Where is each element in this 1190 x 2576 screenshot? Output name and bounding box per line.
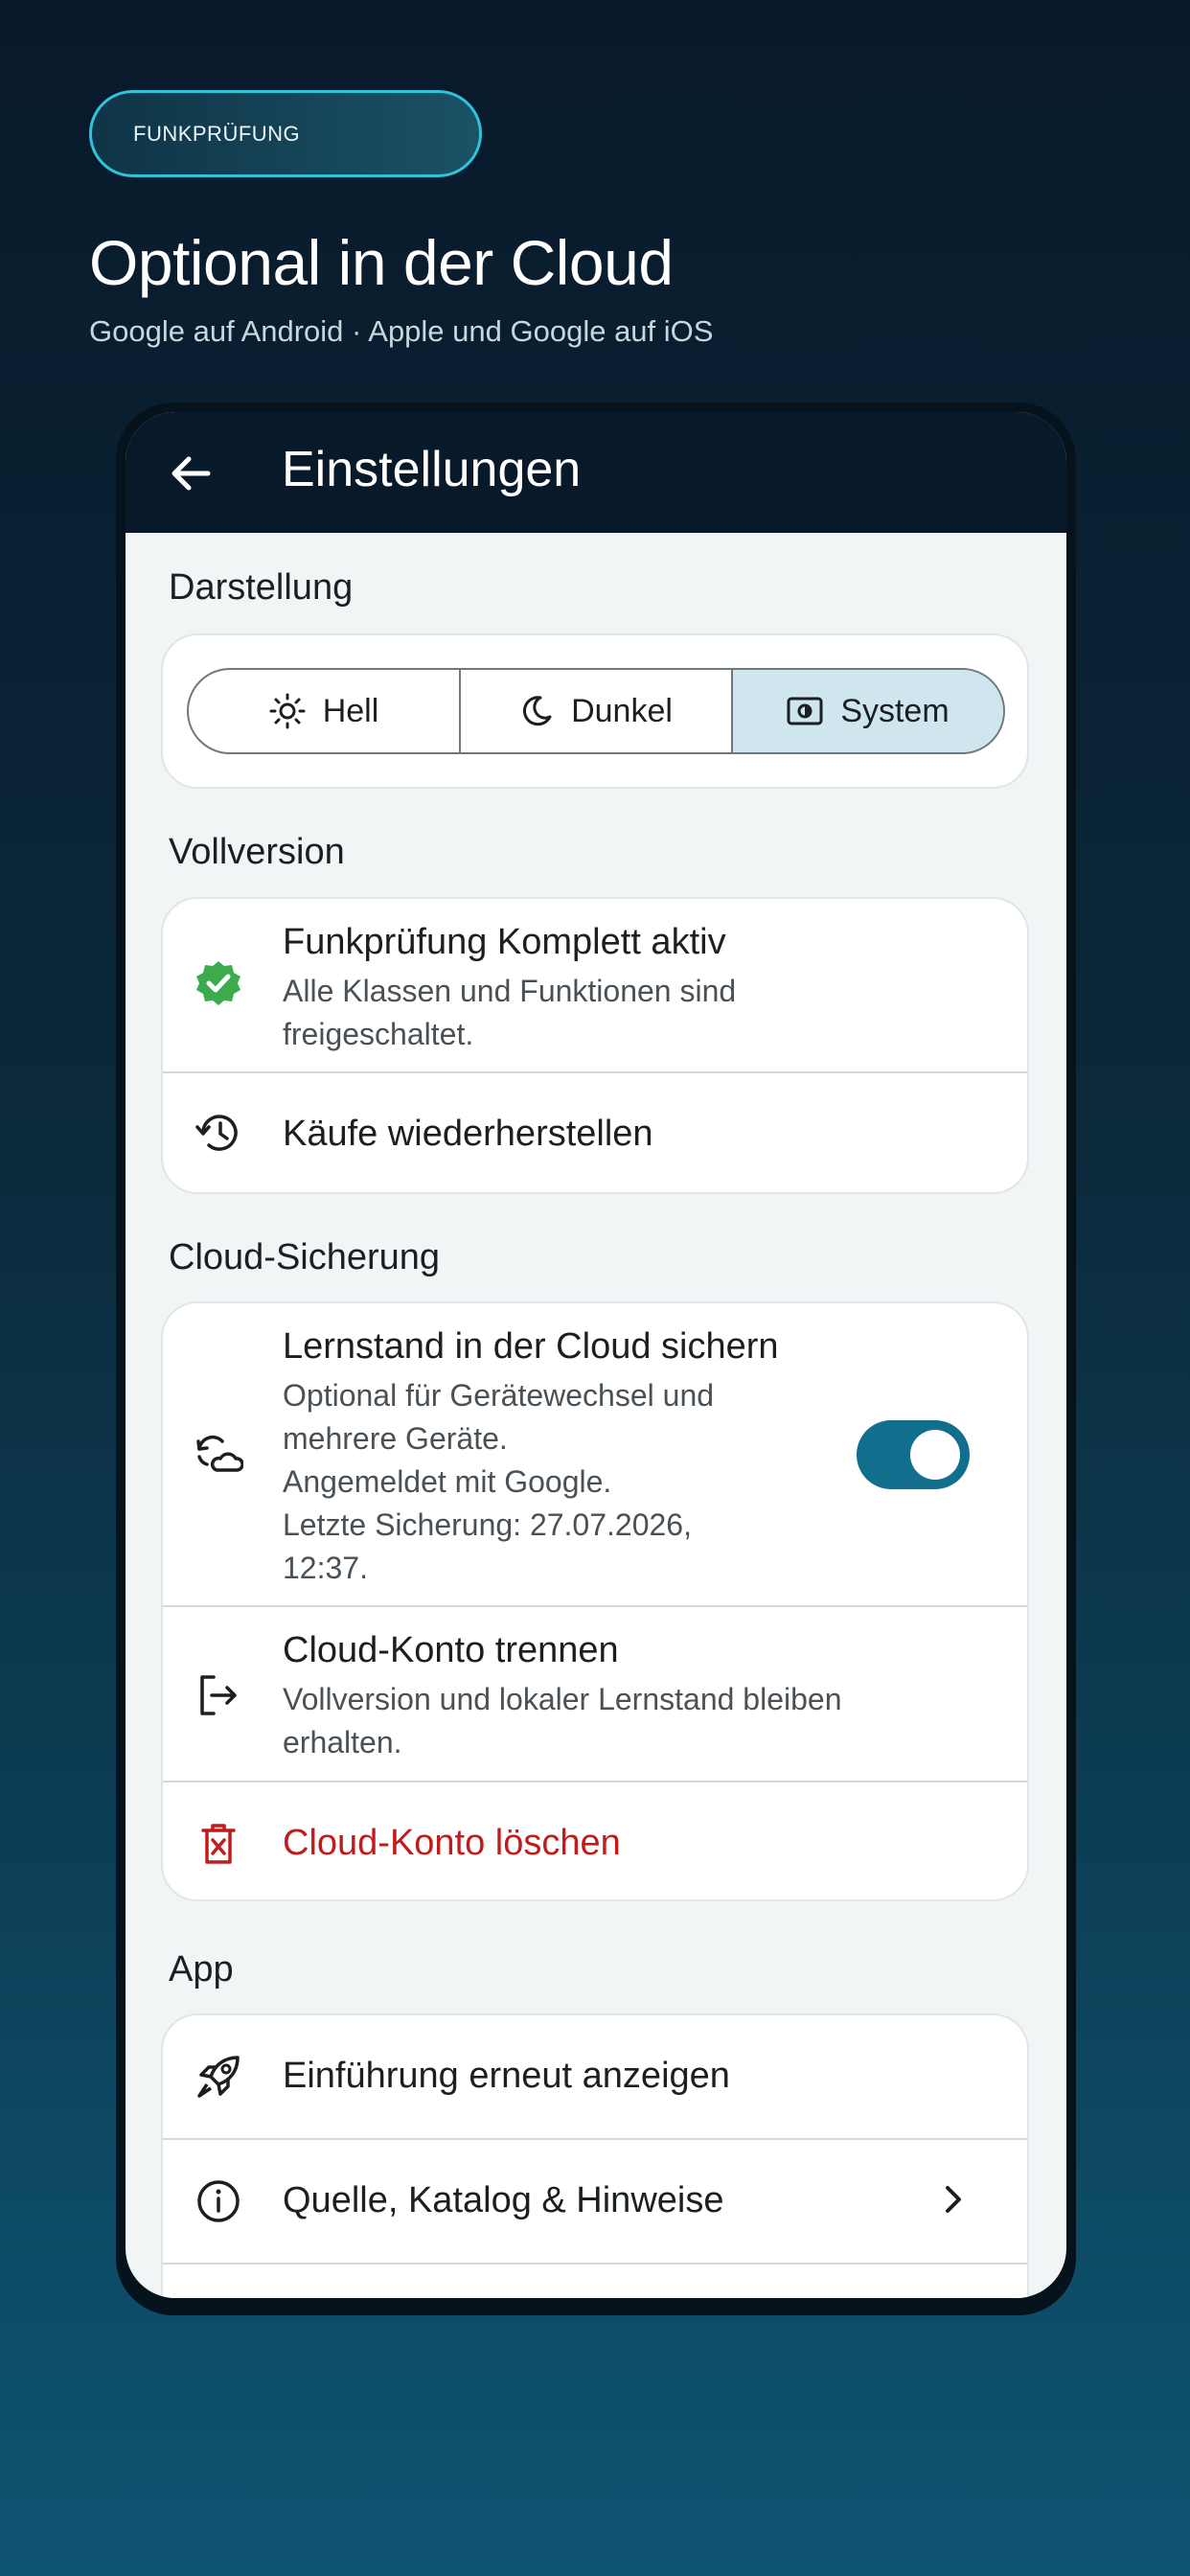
- cloud-card: Lernstand in der Cloud sichern Optional …: [161, 1301, 1029, 1901]
- cloud-backup-line-2: mehrere Geräte.: [283, 1421, 508, 1456]
- full-version-status-title: Funkprüfung Komplett aktiv: [283, 922, 726, 962]
- app-card: Einführung erneut anzeigen Quelle, Katal…: [161, 2013, 1029, 2298]
- subline: Google auf Android · Apple und Google au…: [89, 314, 714, 348]
- intro-row[interactable]: Einführung erneut anzeigen: [163, 2015, 1027, 2138]
- cloud-backup-toggle[interactable]: [857, 1420, 970, 1489]
- moon-icon: [523, 696, 552, 726]
- theme-option-light-label: Hell: [322, 692, 379, 729]
- toggle-knob: [910, 1430, 960, 1480]
- next-row-partial[interactable]: [163, 2263, 1027, 2298]
- cloud-backup-line-1: Optional für Gerätewechsel und: [283, 1378, 715, 1413]
- restore-purchases-label: Käufe wiederherstellen: [283, 1114, 653, 1154]
- section-label-cloud: Cloud-Sicherung: [169, 1237, 441, 1277]
- theme-option-dark[interactable]: Dunkel: [459, 670, 731, 752]
- cloud-sync-icon: [194, 1428, 243, 1478]
- section-label-full-version: Vollversion: [169, 832, 345, 872]
- theme-option-dark-label: Dunkel: [571, 692, 673, 729]
- info-icon: [194, 2176, 243, 2226]
- sun-icon: [269, 693, 306, 729]
- full-version-status-sub-1: Alle Klassen und Funktionen sind: [283, 974, 737, 1008]
- section-label-app: App: [169, 1949, 234, 1990]
- delete-icon: [194, 1819, 243, 1869]
- theme-option-light[interactable]: Hell: [189, 670, 459, 752]
- delete-cloud-label: Cloud-Konto löschen: [283, 1823, 621, 1863]
- page-title: Einstellungen: [282, 442, 582, 497]
- section-label-appearance: Darstellung: [169, 567, 354, 608]
- cloud-backup-title: Lernstand in der Cloud sichern: [283, 1326, 779, 1367]
- cloud-backup-line-5: 12:37.: [283, 1551, 368, 1585]
- history-icon: [194, 1108, 243, 1158]
- rocket-icon: [194, 2052, 243, 2102]
- category-badge: FUNKPRÜFUNG: [89, 90, 482, 177]
- back-button[interactable]: [164, 447, 217, 500]
- disconnect-cloud-sub-1: Vollversion und lokaler Lernstand bleibe…: [283, 1682, 842, 1716]
- intro-label: Einführung erneut anzeigen: [283, 2056, 730, 2096]
- disconnect-cloud-row[interactable]: Cloud-Konto trennen Vollversion und loka…: [163, 1605, 1027, 1781]
- full-version-status-sub-2: freigeschaltet.: [283, 1017, 474, 1051]
- disconnect-cloud-sub-2: erhalten.: [283, 1725, 402, 1760]
- logout-icon: [194, 1670, 243, 1720]
- full-version-status-row: Funkprüfung Komplett aktiv Alle Klassen …: [163, 899, 1027, 1071]
- theme-segmented-control: Hell Dunkel System: [187, 668, 1005, 754]
- headline: Optional in der Cloud: [89, 227, 674, 298]
- appearance-card: Hell Dunkel System: [161, 633, 1029, 789]
- restore-purchases-row[interactable]: Käufe wiederherstellen: [163, 1071, 1027, 1192]
- verified-icon: [194, 958, 243, 1008]
- sources-label: Quelle, Katalog & Hinweise: [283, 2180, 724, 2220]
- phone-screen: Einstellungen Darstellung Hell Dunkel Sy…: [126, 412, 1066, 2298]
- app-bar: Einstellungen: [126, 412, 1066, 533]
- system-theme-icon: [787, 697, 823, 725]
- delete-cloud-row[interactable]: Cloud-Konto löschen: [163, 1781, 1027, 1899]
- cloud-backup-row: Lernstand in der Cloud sichern Optional …: [163, 1303, 1027, 1605]
- chevron-right-icon: [946, 2186, 961, 2213]
- disconnect-cloud-title: Cloud-Konto trennen: [283, 1630, 619, 1670]
- theme-option-system-label: System: [840, 692, 950, 729]
- cloud-backup-line-3: Angemeldet mit Google.: [283, 1464, 612, 1499]
- theme-option-system[interactable]: System: [731, 670, 1003, 752]
- full-version-card: Funkprüfung Komplett aktiv Alle Klassen …: [161, 897, 1029, 1194]
- arrow-left-icon: [172, 456, 211, 491]
- cloud-backup-line-4: Letzte Sicherung: 27.07.2026,: [283, 1507, 692, 1542]
- sources-row[interactable]: Quelle, Katalog & Hinweise: [163, 2138, 1027, 2263]
